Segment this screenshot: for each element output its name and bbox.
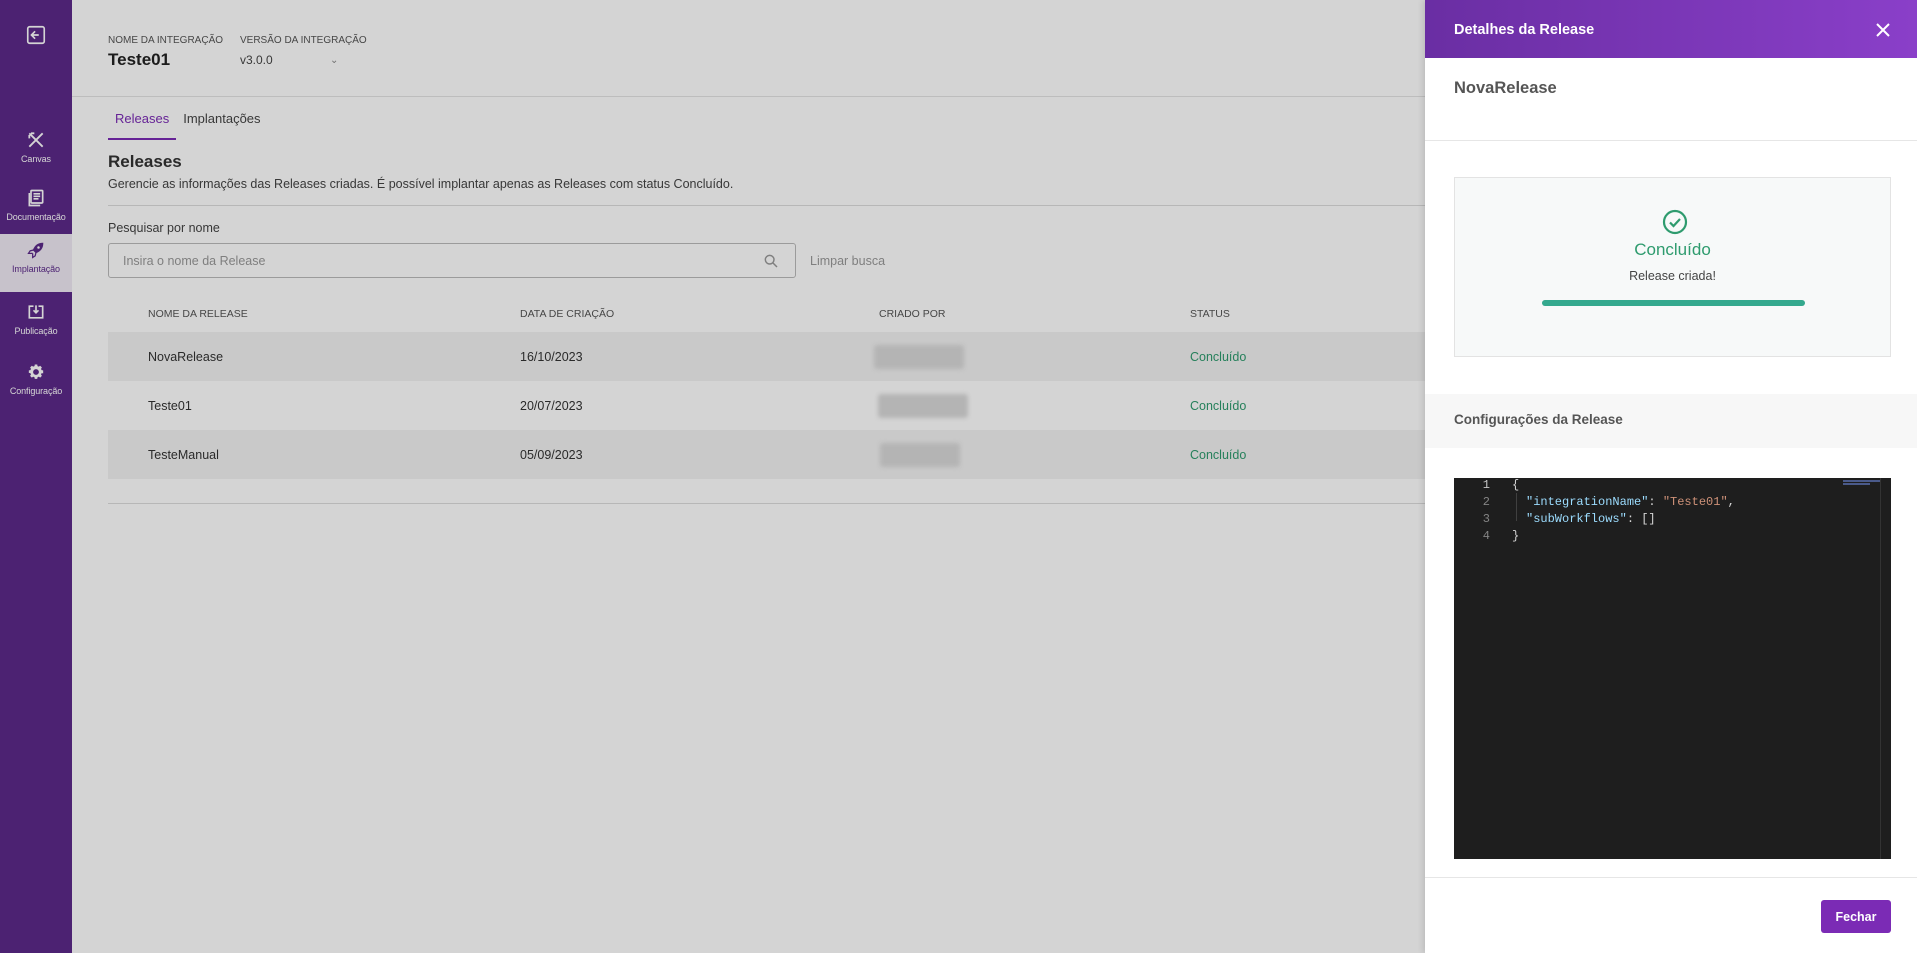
config-title: Configurações da Release (1454, 412, 1623, 427)
release-name-title: NovaRelease (1454, 79, 1557, 97)
code-token: { (1512, 478, 1520, 492)
divider (1425, 140, 1917, 141)
code-token: [] (1641, 512, 1656, 526)
code-token: "integrationName" (1526, 495, 1649, 509)
config-section-header: Configurações da Release (1425, 394, 1917, 448)
line-number: 4 (1482, 529, 1490, 543)
status-card: Concluído Release criada! (1454, 177, 1891, 357)
divider (1425, 877, 1917, 878)
status-message: Release criada! (1629, 269, 1716, 283)
drawer-header: Detalhes da Release (1425, 0, 1917, 58)
code-token: } (1512, 529, 1520, 543)
line-number: 3 (1482, 512, 1490, 526)
line-number: 2 (1482, 495, 1490, 509)
code-token: "Teste01" (1662, 495, 1728, 509)
line-number: 1 (1482, 478, 1490, 492)
code-line: "subWorkflows": [] (1526, 512, 1656, 526)
modal-backdrop[interactable] (0, 0, 1425, 953)
code-line: { (1512, 478, 1519, 492)
code-line: "integrationName": "Teste01", (1526, 495, 1735, 509)
release-details-drawer: Detalhes da Release NovaRelease Concluíd… (1425, 0, 1917, 953)
editor-scrollbar[interactable] (1880, 478, 1881, 859)
code-token: "subWorkflows" (1526, 512, 1627, 526)
progress-fill (1542, 300, 1805, 306)
close-icon[interactable] (1875, 22, 1891, 38)
indent-guide (1516, 493, 1517, 521)
close-button[interactable]: Fechar (1821, 900, 1891, 933)
code-editor[interactable]: 1 2 3 4 { "integrationName": "Teste01", … (1454, 478, 1891, 859)
status-label: Concluído (1634, 240, 1711, 259)
minimap[interactable] (1843, 480, 1881, 486)
code-line: } (1512, 529, 1519, 543)
drawer-title: Detalhes da Release (1454, 22, 1595, 38)
check-circle-icon (1662, 209, 1688, 235)
progress-bar (1542, 300, 1805, 306)
